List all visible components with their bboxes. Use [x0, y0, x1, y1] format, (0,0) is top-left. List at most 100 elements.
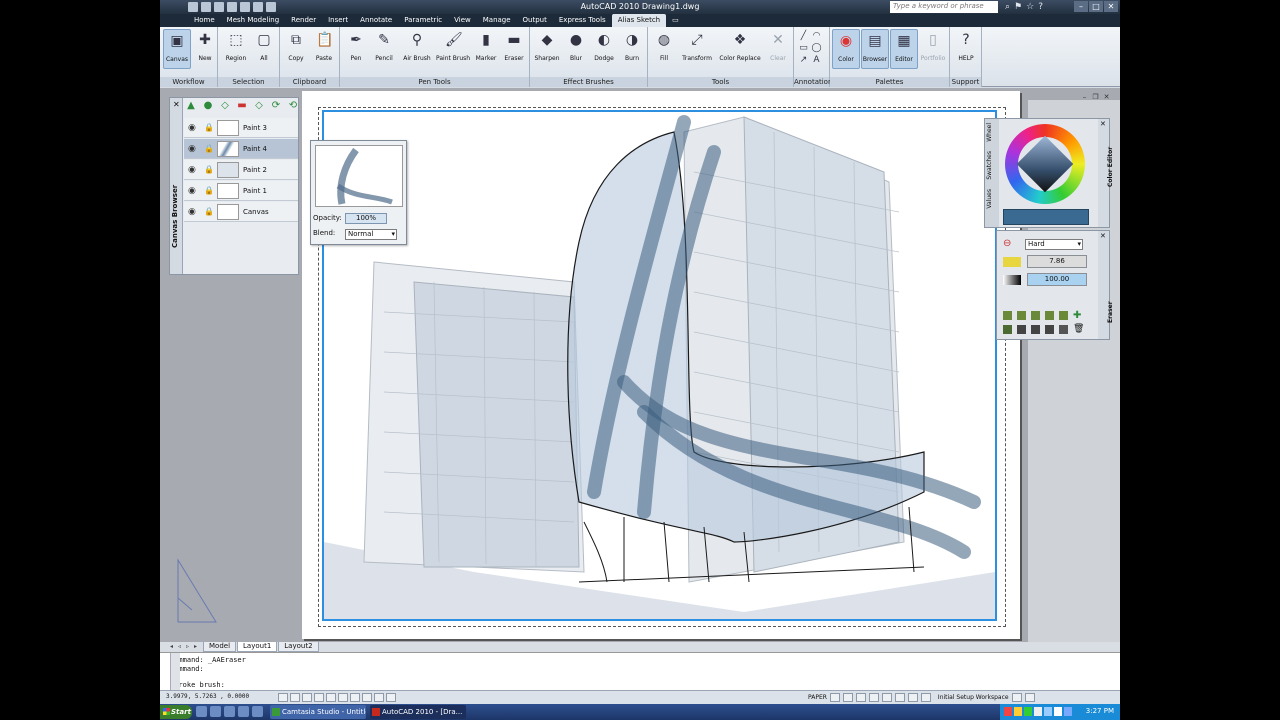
add-preset-icon[interactable]: ✚ [1073, 311, 1082, 321]
blur-button[interactable]: ● Blur [562, 29, 590, 69]
preset-swatch[interactable] [1017, 325, 1026, 334]
browser-palette-button[interactable]: ▤ Browser [861, 29, 889, 69]
tab-view[interactable]: View [448, 14, 477, 27]
preset-swatch[interactable] [1031, 311, 1040, 320]
close-palette-icon[interactable]: ✕ [1100, 120, 1106, 128]
layer-up-icon[interactable]: ◇ [218, 100, 232, 112]
preset-swatch[interactable] [1003, 325, 1012, 334]
text-icon[interactable]: A [811, 55, 822, 65]
canvas-button[interactable]: ▣ Canvas [163, 29, 191, 69]
visibility-eye-icon[interactable]: ◉ [188, 186, 196, 196]
tray-icon[interactable] [1034, 707, 1042, 716]
first-tab-icon[interactable]: ◂ [170, 642, 178, 652]
tray-icon[interactable] [1004, 707, 1012, 716]
eraser-size-field[interactable]: 7.86 [1027, 255, 1087, 268]
tab-manage[interactable]: Manage [477, 14, 517, 27]
air-brush-button[interactable]: ⚲ Air Brush [400, 29, 434, 69]
search-icon[interactable]: ⌕ [1005, 2, 1010, 12]
tab-insert[interactable]: Insert [322, 14, 354, 27]
zoom-button[interactable] [868, 693, 879, 702]
minimize-button[interactable]: – [1074, 1, 1088, 12]
close-palette-icon[interactable]: ✕ [1100, 232, 1106, 240]
drawing-restore-button[interactable]: ❐ [1091, 93, 1100, 101]
layer-row[interactable]: ◉ 🔒 Paint 1 [184, 181, 298, 201]
quick-launch-icon[interactable] [210, 706, 221, 717]
quick-launch-icon[interactable] [224, 706, 235, 717]
blend-select[interactable]: Normal [345, 229, 397, 240]
new-image-layer-icon[interactable]: ● [201, 100, 215, 112]
eraser-titlebar[interactable]: ✕ Eraser [1098, 231, 1114, 339]
region-button[interactable]: ⬚ Region [222, 29, 250, 69]
preset-swatch[interactable] [1045, 311, 1054, 320]
pan-button[interactable] [855, 693, 866, 702]
paint-brush-button[interactable]: 🖌 Paint Brush [436, 29, 470, 69]
preset-swatch[interactable] [1003, 311, 1012, 320]
help-icon[interactable]: ? [1038, 2, 1043, 12]
lock-icon[interactable]: 🔒 [204, 207, 214, 216]
command-scrollbar[interactable] [170, 653, 180, 691]
lock-icon[interactable]: 🔒 [204, 144, 214, 153]
tab-wheel[interactable]: Wheel [986, 123, 998, 142]
preset-swatch[interactable] [1045, 325, 1054, 334]
marker-button[interactable]: ▮ Marker [472, 29, 500, 69]
arrow-icon[interactable]: ↗ [798, 55, 809, 65]
transform-button[interactable]: ⤢ Transform [680, 29, 714, 69]
layer-row[interactable]: ◉ 🔒 Canvas [184, 202, 298, 222]
layer-delete-icon[interactable]: ▬ [235, 100, 249, 112]
drawing-minimize-button[interactable]: – [1080, 93, 1089, 101]
preset-swatch[interactable] [1017, 311, 1026, 320]
sharpen-button[interactable]: ◆ Sharpen [532, 29, 562, 69]
qp-toggle[interactable] [386, 693, 396, 702]
eraser-opacity-field[interactable]: 100.00 [1027, 273, 1087, 286]
dodge-button[interactable]: ◐ Dodge [590, 29, 618, 69]
ortho-toggle[interactable] [302, 693, 312, 702]
quick-view-drawings-button[interactable] [842, 693, 853, 702]
preset-swatch[interactable] [1031, 325, 1040, 334]
tab-layout1[interactable]: Layout1 [237, 642, 278, 652]
color-palette-button[interactable]: ◉ Color [832, 29, 860, 69]
lock-icon[interactable]: 🔒 [204, 165, 214, 174]
favorites-icon[interactable]: ☆ [1026, 2, 1034, 12]
layer-row[interactable]: ◉ 🔒 Paint 2 [184, 160, 298, 180]
help-button[interactable]: ? HELP [952, 29, 980, 69]
layer-row-selected[interactable]: ◉ 🔒 Paint 4 [184, 139, 298, 159]
quick-launch-icon[interactable] [196, 706, 207, 717]
drawing-area[interactable]: – ❐ ✕ [160, 88, 1120, 642]
tab-swatches[interactable]: Swatches [986, 151, 998, 180]
preset-swatch[interactable] [1059, 325, 1068, 334]
line-icon[interactable]: ╱ [798, 31, 809, 41]
paper-space-toggle[interactable]: PAPER [808, 694, 827, 701]
color-editor-titlebar[interactable]: ✕ Color Editor [1098, 119, 1114, 227]
preset-swatch[interactable] [1059, 311, 1068, 320]
last-tab-icon[interactable]: ▸ [194, 642, 202, 652]
portfolio-button[interactable]: ▯ Portfolio [919, 29, 947, 69]
osnap-toggle[interactable] [326, 693, 336, 702]
rectangle-icon[interactable]: ▭ [798, 43, 809, 53]
tab-home[interactable]: Home [188, 14, 221, 27]
tray-icon[interactable] [1064, 707, 1072, 716]
visibility-eye-icon[interactable]: ◉ [188, 144, 196, 154]
taskbar-button-autocad[interactable]: AutoCAD 2010 - [Dra... [370, 705, 466, 719]
tray-icon[interactable] [1044, 707, 1052, 716]
taskbar-button-camtasia[interactable]: Camtasia Studio - Untitle... [270, 705, 366, 719]
color-wheel[interactable] [1005, 124, 1085, 204]
tab-render[interactable]: Render [285, 14, 322, 27]
tab-parametric[interactable]: Parametric [398, 14, 448, 27]
quick-launch-icon[interactable] [238, 706, 249, 717]
next-tab-icon[interactable]: ▹ [186, 642, 194, 652]
viewport[interactable] [322, 110, 997, 621]
arc-icon[interactable]: ◠ [811, 31, 822, 41]
tab-model[interactable]: Model [203, 642, 237, 652]
steeringwheel-button[interactable] [881, 693, 892, 702]
quick-view-layouts-button[interactable] [829, 693, 840, 702]
copy-button[interactable]: ⧉ Copy [282, 29, 310, 69]
visibility-eye-icon[interactable]: ◉ [188, 123, 196, 133]
dyn-toggle[interactable] [362, 693, 372, 702]
fill-button[interactable]: ◍ Fill [650, 29, 678, 69]
layer-row[interactable]: ◉ 🔒 Paint 3 [184, 118, 298, 138]
communication-center-icon[interactable]: ⚑ [1014, 2, 1022, 12]
new-canvas-button[interactable]: ✚ New [191, 29, 219, 69]
merge-layers-icon[interactable]: ⟳ [269, 100, 283, 112]
layer-down-icon[interactable]: ◇ [252, 100, 266, 112]
annotation-scale-button[interactable] [920, 693, 931, 702]
